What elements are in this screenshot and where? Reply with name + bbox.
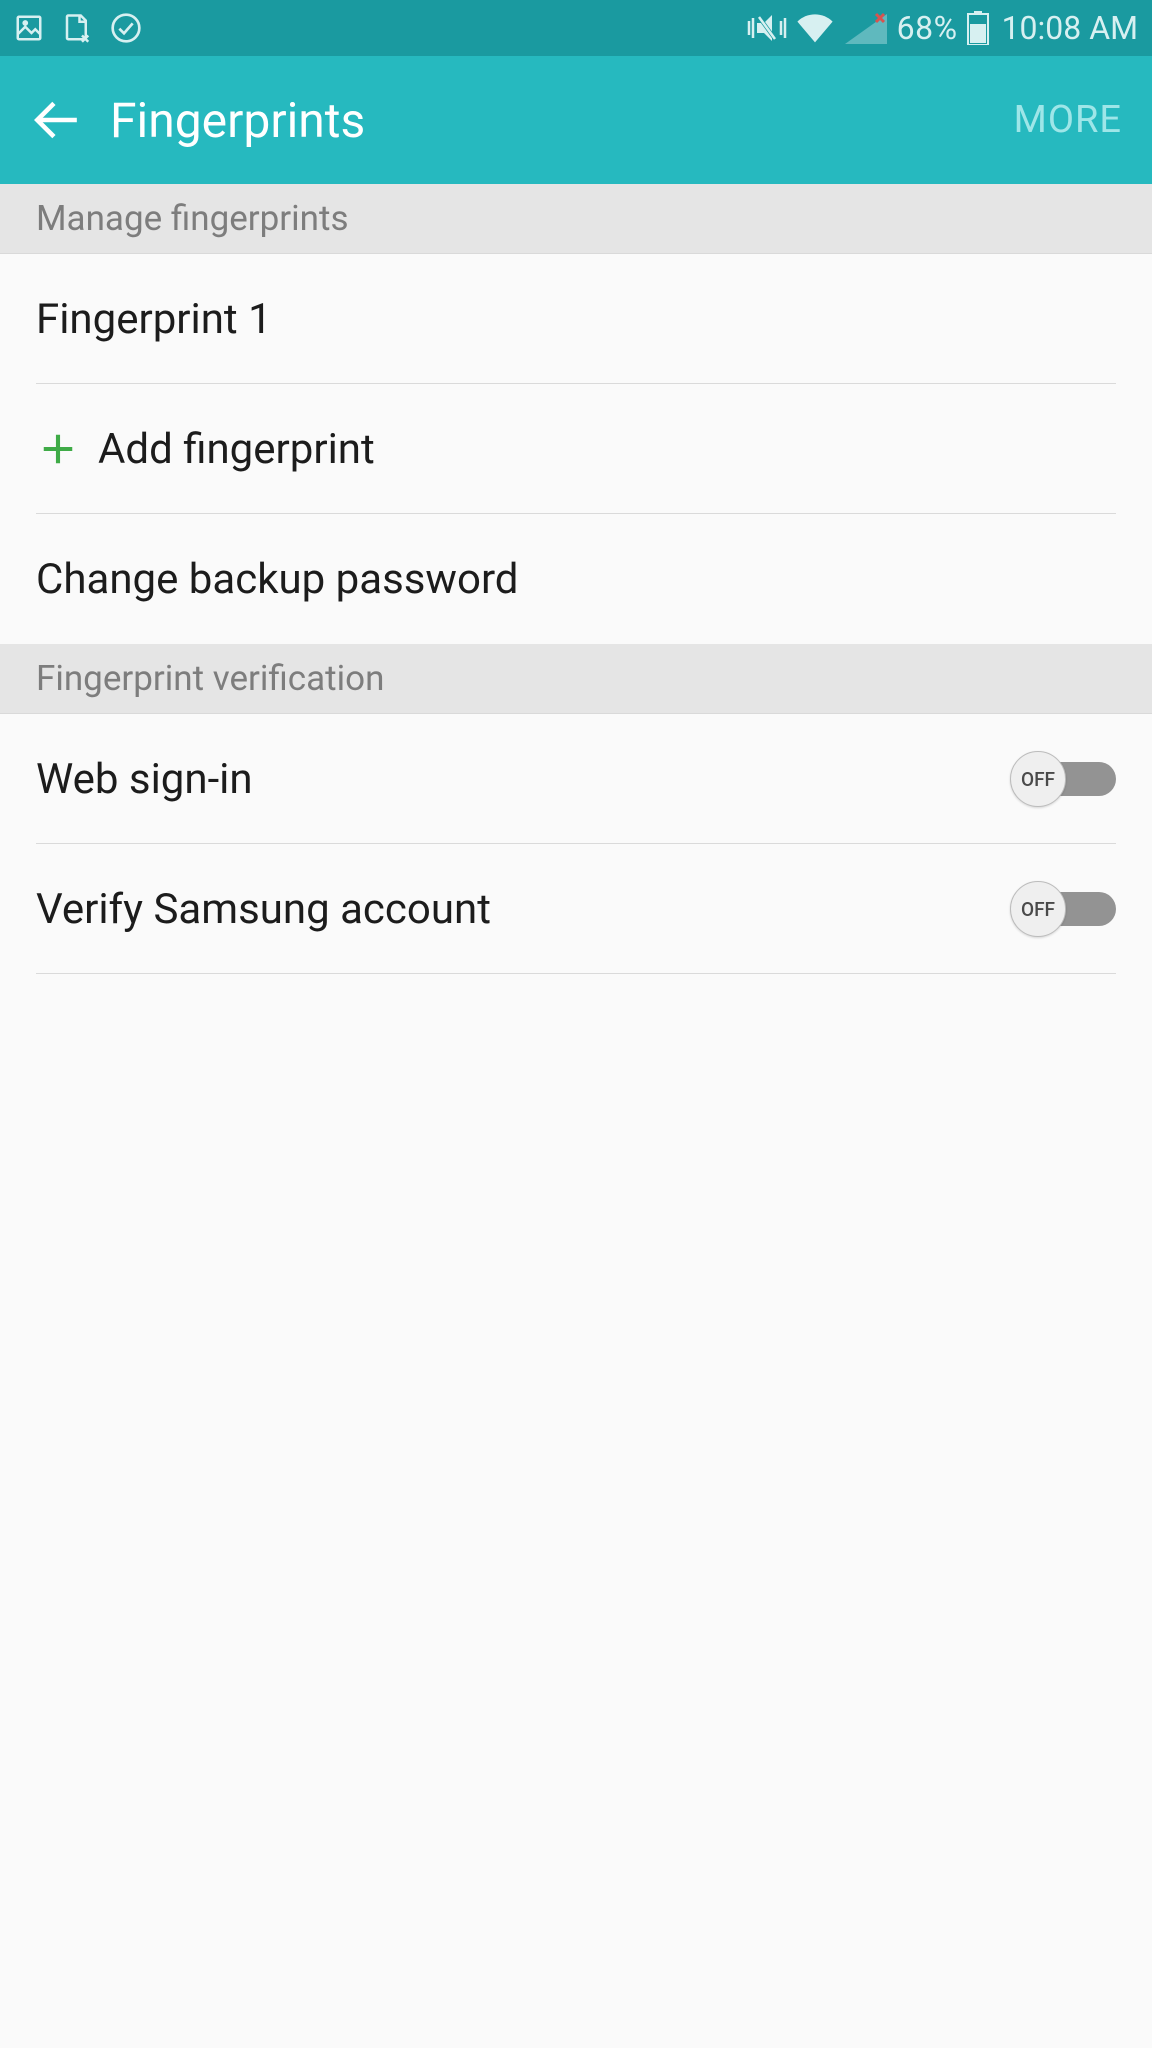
verify-samsung-label: Verify Samsung account [36, 885, 491, 934]
plus-icon [36, 430, 80, 468]
battery-icon [966, 11, 990, 45]
status-bar: 68% 10:08 AM [0, 0, 1152, 56]
cellular-no-signal-icon [843, 12, 889, 44]
check-circle-icon [110, 12, 142, 44]
document-icon [62, 13, 92, 43]
page-title: Fingerprints [110, 92, 1014, 149]
section-header-verification: Fingerprint verification [0, 644, 1152, 714]
vibrate-mute-icon [747, 11, 787, 45]
toggle-thumb: OFF [1010, 881, 1066, 937]
arrow-left-icon [31, 95, 81, 145]
wifi-icon [795, 12, 835, 44]
web-sign-in-item[interactable]: Web sign-in OFF [0, 714, 1152, 844]
fingerprint-item-label: Fingerprint 1 [36, 295, 272, 344]
status-right: 68% 10:08 AM [747, 9, 1138, 47]
section-header-manage: Manage fingerprints [0, 184, 1152, 254]
add-fingerprint-label: Add fingerprint [98, 425, 375, 474]
app-header: Fingerprints MORE [0, 56, 1152, 184]
more-button[interactable]: MORE [1014, 98, 1122, 142]
battery-percent-text: 68% [897, 9, 958, 47]
web-sign-in-toggle[interactable]: OFF [1010, 756, 1116, 802]
image-icon [14, 13, 44, 43]
add-fingerprint-item[interactable]: Add fingerprint [0, 384, 1152, 514]
web-sign-in-label: Web sign-in [36, 755, 253, 804]
status-time: 10:08 AM [1002, 9, 1138, 47]
fingerprint-item[interactable]: Fingerprint 1 [0, 254, 1152, 384]
back-button[interactable] [26, 90, 86, 150]
change-backup-password-label: Change backup password [36, 555, 518, 604]
change-backup-password-item[interactable]: Change backup password [0, 514, 1152, 644]
verify-samsung-item[interactable]: Verify Samsung account OFF [0, 844, 1152, 974]
verify-samsung-toggle[interactable]: OFF [1010, 886, 1116, 932]
toggle-thumb: OFF [1010, 751, 1066, 807]
status-left-icons [14, 12, 142, 44]
